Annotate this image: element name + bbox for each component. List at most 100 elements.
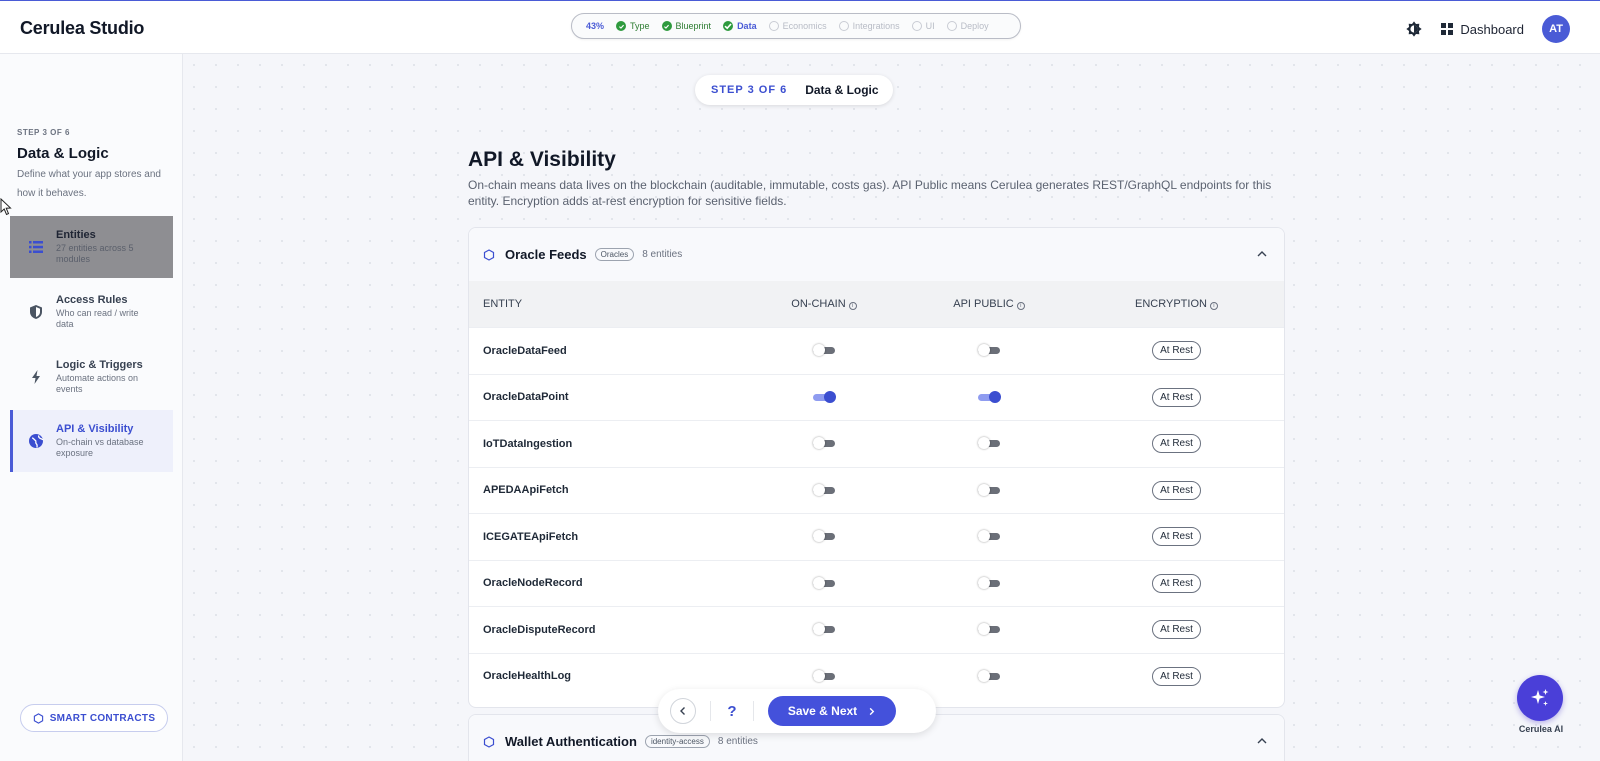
api-public-toggle[interactable]	[978, 669, 1000, 682]
progress-step-deploy[interactable]: Deploy	[946, 21, 989, 31]
sidebar-item-entities[interactable]: Entities 27 entities across 5 modules	[10, 216, 173, 278]
toggle-knob	[813, 483, 825, 496]
on-chain-cell	[739, 623, 909, 636]
group-count: 8 entities	[717, 736, 758, 747]
progress-step-integrations[interactable]: Integrations	[838, 21, 900, 31]
progress-step-data[interactable]: Data	[723, 21, 757, 31]
encryption-badge[interactable]: At Rest	[1152, 387, 1201, 407]
circle-icon	[946, 21, 957, 31]
api-public-cell	[909, 669, 1069, 682]
on-chain-toggle[interactable]	[813, 530, 835, 543]
api-public-toggle[interactable]	[978, 623, 1000, 636]
sidebar-step: STEP 3 OF 6	[17, 128, 70, 137]
avatar[interactable]: AT	[1542, 15, 1570, 43]
on-chain-cell	[739, 390, 909, 403]
encryption-badge[interactable]: At Rest	[1152, 620, 1201, 640]
sidebar-item-label: Entities	[56, 229, 96, 241]
smart-contracts-label: SMART CONTRACTS	[49, 712, 156, 724]
api-public-cell	[909, 530, 1069, 543]
hexagon-icon	[483, 735, 495, 748]
progress-step-ui[interactable]: UI	[911, 21, 935, 31]
progress-step-blueprint[interactable]: Blueprint	[661, 21, 712, 31]
info-icon[interactable]: i	[1209, 302, 1218, 310]
encryption-badge[interactable]: At Rest	[1152, 341, 1201, 361]
sidebar: STEP 3 OF 6 Data & Logic Define what you…	[0, 54, 183, 761]
chevron-up-icon[interactable]	[1256, 248, 1268, 260]
api-public-cell	[909, 437, 1069, 450]
entity-name: OracleHealthLog	[483, 670, 572, 683]
toggle-knob	[978, 669, 990, 682]
progress-step-economics[interactable]: Economics	[768, 21, 827, 31]
encryption-badge[interactable]: At Rest	[1152, 573, 1201, 593]
sidebar-item-label: Logic & Triggers	[56, 359, 143, 371]
on-chain-toggle[interactable]	[813, 390, 836, 403]
group-tag: identity-access	[644, 735, 710, 748]
on-chain-toggle[interactable]	[813, 623, 835, 636]
on-chain-toggle[interactable]	[813, 344, 835, 357]
toggle-knob	[813, 344, 825, 357]
dashboard-link[interactable]: Dashboard	[1441, 22, 1524, 37]
toggle-knob	[824, 390, 836, 403]
on-chain-cell	[739, 530, 909, 543]
group-title: Oracle Feeds	[505, 247, 587, 262]
on-chain-toggle[interactable]	[813, 483, 835, 496]
column-api-public: API PUBLIC i	[909, 298, 1069, 310]
progress-step-type[interactable]: Type	[616, 21, 650, 31]
on-chain-cell	[739, 344, 909, 357]
chevron-right-icon	[869, 707, 875, 715]
group-count: 8 entities	[642, 249, 683, 260]
grid-icon	[1441, 23, 1454, 35]
encryption-badge[interactable]: At Rest	[1152, 666, 1201, 686]
encryption-badge[interactable]: At Rest	[1152, 434, 1201, 454]
api-public-toggle[interactable]	[978, 344, 1000, 357]
api-public-cell	[909, 344, 1069, 357]
encryption-badge[interactable]: At Rest	[1152, 480, 1201, 500]
bottom-action-bar: ? Save & Next	[658, 689, 936, 733]
api-public-toggle[interactable]	[978, 390, 1001, 403]
table-row: OracleDisputeRecord At Rest	[469, 606, 1284, 653]
group-header[interactable]: Oracle Feeds Oracles 8 entities	[469, 228, 1284, 281]
back-button[interactable]	[670, 698, 696, 724]
on-chain-cell	[739, 576, 909, 589]
on-chain-cell	[739, 483, 909, 496]
info-icon[interactable]: i	[848, 302, 857, 310]
shield-icon	[30, 305, 42, 319]
table-row: OracleDataFeed At Rest	[469, 327, 1284, 374]
progress-step-label: Blueprint	[675, 21, 712, 31]
table-row: OracleNodeRecord At Rest	[469, 559, 1284, 607]
app-title[interactable]: Cerulea Studio	[20, 18, 144, 39]
ai-assistant-label: Cerulea AI	[1518, 724, 1564, 734]
sidebar-item-access-rules[interactable]: Access Rules Who can read / write data	[10, 281, 173, 343]
sidebar-item-api-visibility[interactable]: API & Visibility On-chain vs database exp…	[10, 410, 173, 472]
on-chain-toggle[interactable]	[813, 576, 835, 589]
api-public-cell	[909, 483, 1069, 496]
sidebar-item-logic-triggers[interactable]: Logic & Triggers Automate actions on even…	[10, 346, 173, 408]
hexagon-icon	[483, 248, 495, 261]
column-label: ENCRYPTION	[1135, 298, 1207, 310]
table-row: APEDAApiFetch At Rest	[469, 466, 1284, 514]
check-icon	[723, 21, 734, 31]
save-next-button[interactable]: Save & Next	[768, 696, 896, 726]
globe-icon	[29, 434, 44, 448]
entity-name: ICEGATEApiFetch	[483, 530, 579, 543]
brightness-icon[interactable]	[1405, 20, 1423, 38]
table-row: OracleDataPoint At Rest	[469, 373, 1284, 421]
smart-contracts-button[interactable]: SMART CONTRACTS	[20, 704, 168, 732]
api-public-toggle[interactable]	[978, 437, 1000, 450]
chevron-up-icon[interactable]	[1256, 735, 1268, 747]
ai-assistant-button[interactable]	[1517, 675, 1563, 721]
info-icon[interactable]: i	[1016, 302, 1025, 310]
entity-name: OracleDataPoint	[483, 391, 569, 404]
api-public-toggle[interactable]	[978, 483, 1000, 496]
column-label: ON-CHAIN	[791, 298, 846, 310]
api-public-toggle[interactable]	[978, 530, 1000, 543]
api-public-cell	[909, 390, 1069, 403]
progress-step-label: Economics	[782, 21, 827, 31]
on-chain-toggle[interactable]	[813, 669, 835, 682]
help-button[interactable]: ?	[725, 703, 739, 720]
top-bar: Cerulea Studio 43% Type Blueprint Data E…	[0, 0, 1600, 54]
api-public-toggle[interactable]	[978, 576, 1000, 589]
encryption-badge[interactable]: At Rest	[1152, 527, 1201, 547]
group-tag: Oracles	[594, 248, 635, 261]
on-chain-toggle[interactable]	[813, 437, 835, 450]
